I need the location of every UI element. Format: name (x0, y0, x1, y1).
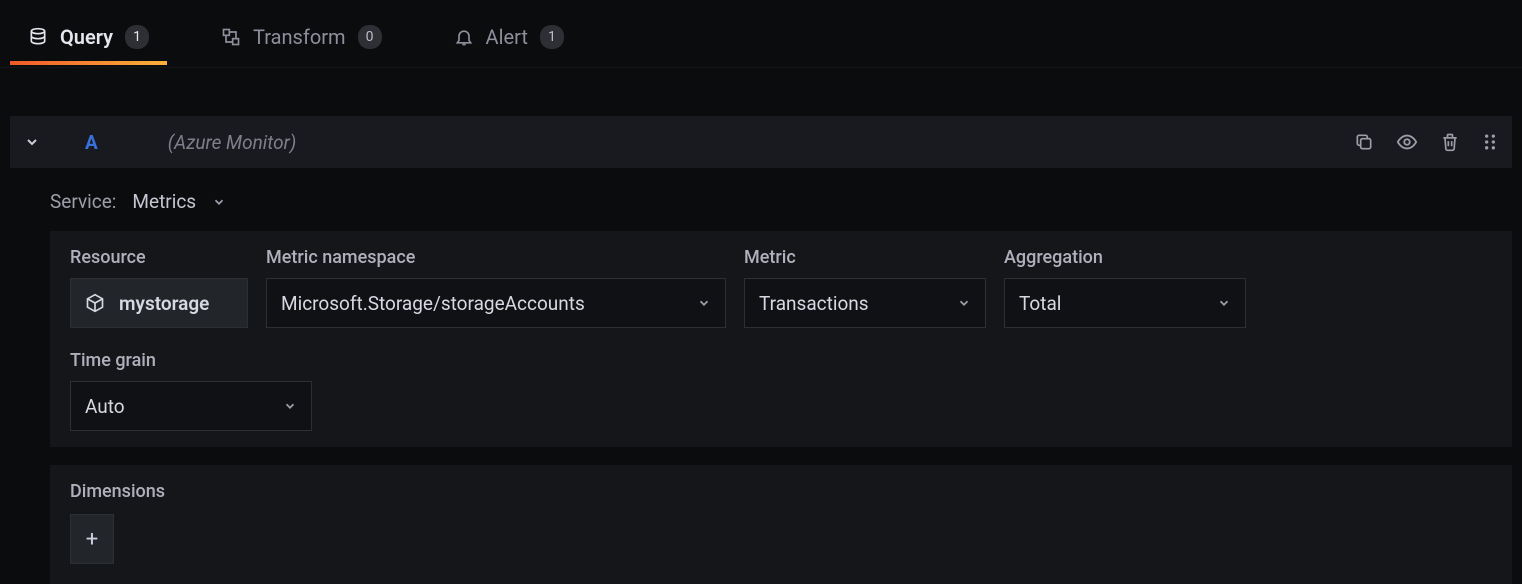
tabs-bar: Query 1 Transform 0 Alert 1 (0, 0, 1522, 68)
namespace-select[interactable]: Microsoft.Storage/storageAccounts (266, 278, 726, 328)
visibility-icon[interactable] (1396, 131, 1418, 153)
aggregation-select[interactable]: Total (1004, 278, 1246, 328)
tab-query-badge: 1 (125, 25, 149, 49)
dimensions-panel: Dimensions + (50, 465, 1512, 584)
field-metric: Metric Transactions (744, 247, 986, 328)
aggregation-value: Total (1019, 292, 1061, 315)
resource-label: Resource (70, 247, 248, 268)
field-resource: Resource mystorage (70, 247, 248, 328)
collapse-toggle[interactable] (24, 134, 40, 150)
plus-icon: + (86, 527, 98, 552)
resource-value: mystorage (119, 292, 209, 315)
transform-icon (221, 27, 241, 47)
duplicate-icon[interactable] (1354, 132, 1374, 152)
chevron-down-icon (941, 296, 971, 310)
aggregation-label: Aggregation (1004, 247, 1246, 268)
datasource-name: (Azure Monitor) (168, 131, 297, 154)
timegrain-value: Auto (85, 395, 125, 418)
service-label: Service: (50, 190, 116, 213)
tab-alert-badge: 1 (540, 25, 564, 49)
query-actions (1354, 131, 1498, 153)
metric-select[interactable]: Transactions (744, 278, 986, 328)
service-row: Service: Metrics (0, 168, 1522, 231)
tab-query-label: Query (60, 25, 113, 49)
chevron-down-icon (1201, 296, 1231, 310)
query-ref-id: A (85, 131, 98, 154)
tab-query[interactable]: Query 1 (10, 3, 167, 65)
chevron-down-icon (267, 399, 297, 413)
bell-icon (454, 27, 474, 47)
tab-alert[interactable]: Alert 1 (436, 3, 582, 65)
drag-handle-icon[interactable] (1482, 132, 1498, 152)
chevron-down-icon (681, 296, 711, 310)
tab-transform-label: Transform (253, 25, 346, 49)
service-dropdown[interactable] (212, 195, 226, 209)
metric-config-panel: Resource mystorage Metric namespace Micr… (50, 231, 1512, 447)
fields-row-2: Time grain Auto (70, 350, 1492, 431)
service-value: Metrics (132, 190, 196, 213)
fields-row-1: Resource mystorage Metric namespace Micr… (70, 247, 1492, 328)
metric-label: Metric (744, 247, 986, 268)
dimensions-label: Dimensions (70, 481, 1492, 502)
metric-value: Transactions (759, 292, 869, 315)
database-icon (28, 27, 48, 47)
tab-transform-badge: 0 (358, 25, 382, 49)
namespace-value: Microsoft.Storage/storageAccounts (281, 292, 585, 315)
cube-icon (85, 293, 105, 313)
resource-picker[interactable]: mystorage (70, 278, 248, 328)
field-aggregation: Aggregation Total (1004, 247, 1246, 328)
field-timegrain: Time grain Auto (70, 350, 312, 431)
field-namespace: Metric namespace Microsoft.Storage/stora… (266, 247, 726, 328)
query-row-header: A (Azure Monitor) (10, 116, 1512, 168)
tab-alert-label: Alert (486, 25, 528, 49)
timegrain-label: Time grain (70, 350, 312, 371)
timegrain-select[interactable]: Auto (70, 381, 312, 431)
namespace-label: Metric namespace (266, 247, 726, 268)
tab-transform[interactable]: Transform 0 (203, 3, 400, 65)
trash-icon[interactable] (1440, 132, 1460, 152)
add-dimension-button[interactable]: + (70, 514, 114, 564)
